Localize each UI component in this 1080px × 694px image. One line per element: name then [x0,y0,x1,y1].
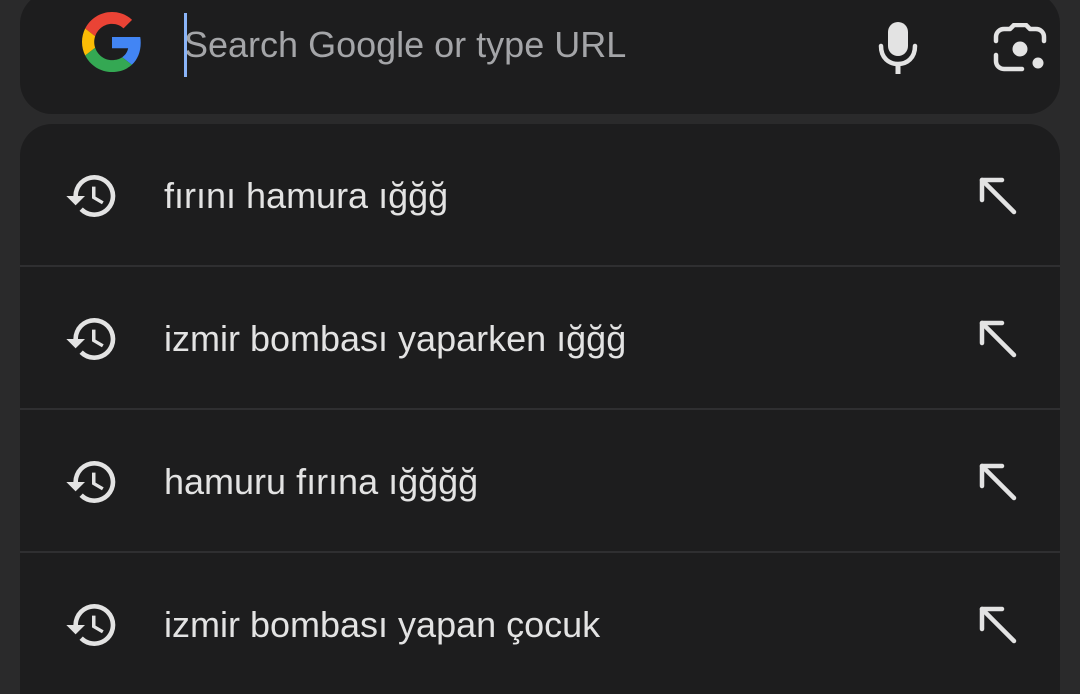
history-icon [66,318,116,361]
suggestion-label: izmir bombası yapan çocuk [164,604,601,645]
history-icon [66,604,116,646]
fill-query-button[interactable] [968,452,1028,512]
suggestion-row[interactable]: izmir bombası yaparken ığğğ [20,267,1060,410]
history-icon [66,461,116,504]
voice-search-button[interactable] [866,16,930,80]
suggestion-row[interactable]: izmir bombası yapan çocuk [20,553,1060,694]
arrow-up-left-icon [979,177,1017,215]
arrow-up-left-icon [979,463,1017,501]
mic-icon [878,22,918,74]
suggestion-row[interactable]: hamuru fırına ığğğğ [20,410,1060,553]
lens-search-button[interactable] [986,16,1054,80]
search-bar[interactable] [20,0,1060,114]
suggestion-label: hamuru fırına ığğğğ [164,461,479,502]
suggestion-row[interactable]: fırını hamura ığğğ [20,124,1060,267]
suggestion-label: izmir bombası yaparken ığğğ [164,318,627,359]
lens-camera-icon [993,23,1047,72]
suggestion-label: fırını hamura ığğğ [164,175,449,216]
fill-query-button[interactable] [968,309,1028,369]
google-g-icon [82,12,141,72]
search-input[interactable] [184,12,824,78]
text-cursor [184,13,187,77]
fill-query-button[interactable] [968,595,1028,655]
history-icon [66,175,116,218]
arrow-up-left-icon [979,320,1017,358]
suggestion-list: fırını hamura ığğğ izmir bombası yaparke… [20,124,1060,694]
arrow-up-left-icon [979,606,1017,644]
omnibox-screen: fırını hamura ığğğ izmir bombası yaparke… [0,0,1080,694]
fill-query-button[interactable] [968,166,1028,226]
